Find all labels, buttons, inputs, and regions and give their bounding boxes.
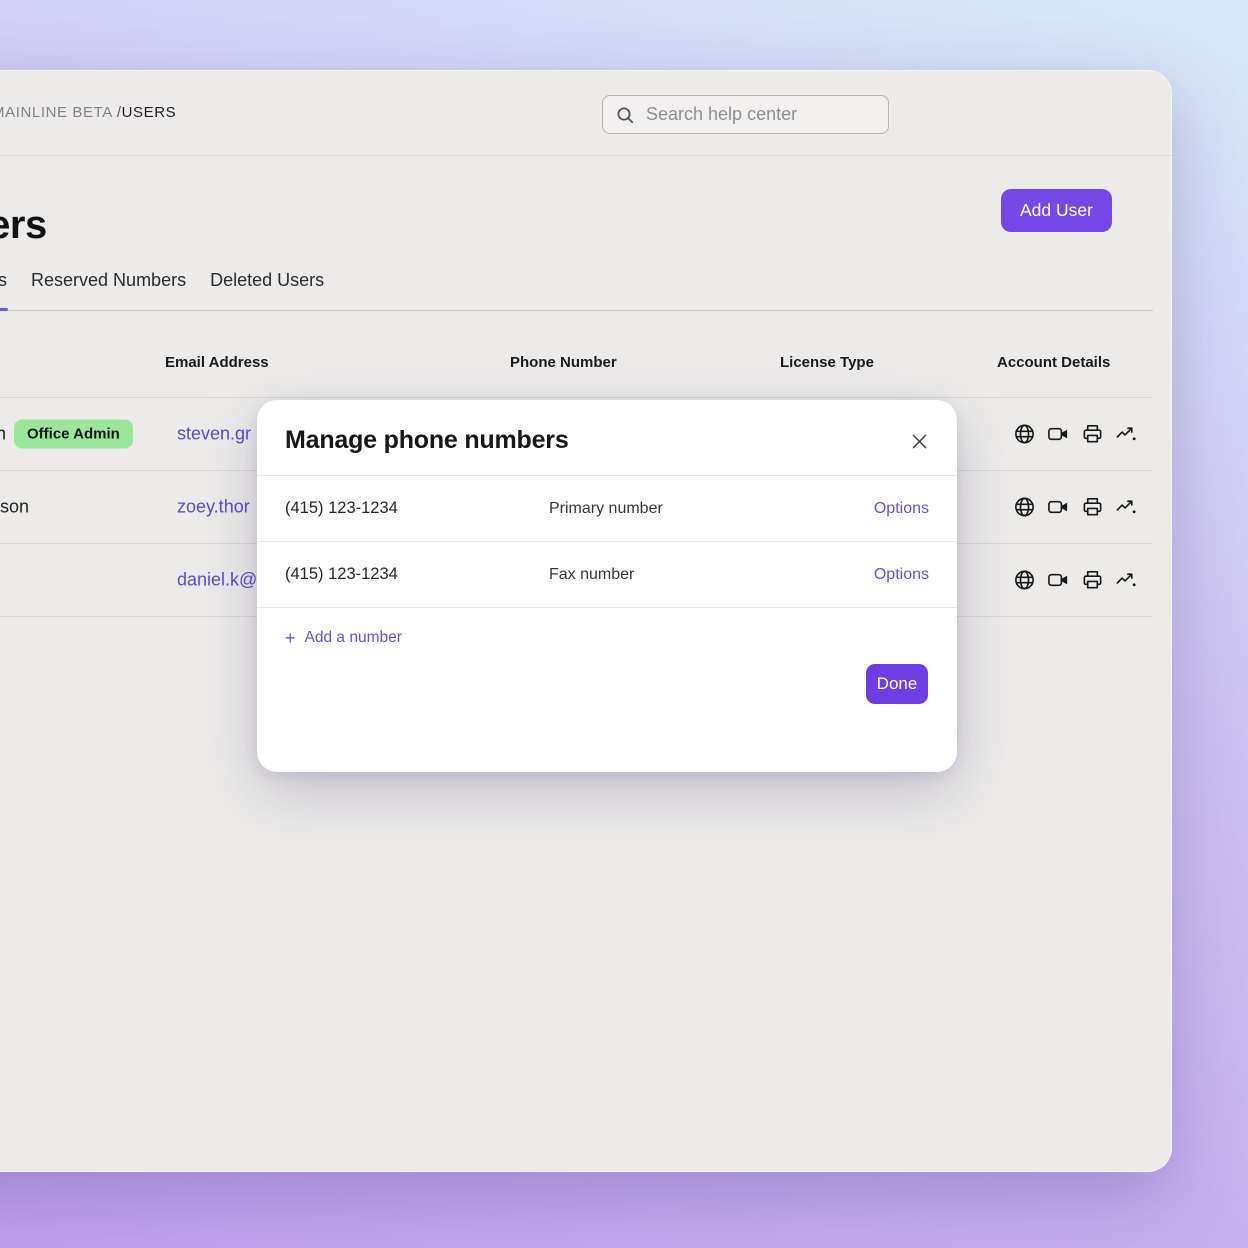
top-bar: MAINLINE BETA /USERS <box>0 70 1172 156</box>
tab-reserved-numbers[interactable]: Reserved Numbers <box>31 270 186 291</box>
account-details-actions <box>1013 569 1138 592</box>
email-link[interactable]: zoey.thor <box>177 497 250 518</box>
options-link[interactable]: Options <box>874 566 929 584</box>
column-header-email: Email Address <box>165 354 269 371</box>
column-header-license: License Type <box>780 354 874 371</box>
column-header-account: Account Details <box>997 354 1110 371</box>
add-user-button[interactable]: Add User <box>1001 189 1112 232</box>
phone-number-type: Fax number <box>549 566 874 584</box>
search-input[interactable] <box>644 103 876 126</box>
video-camera-icon[interactable] <box>1047 569 1070 592</box>
phone-number-row: (415) 123-1234 Fax number Options <box>257 542 957 608</box>
active-tab-underline <box>0 308 8 311</box>
globe-icon[interactable] <box>1013 423 1036 446</box>
add-number-link[interactable]: + Add a number <box>257 608 430 647</box>
breadcrumb-separator: / <box>112 104 122 121</box>
manage-phone-numbers-dialog: Manage phone numbers (415) 123-1234 Prim… <box>257 400 957 772</box>
video-camera-icon[interactable] <box>1047 423 1070 446</box>
email-link[interactable]: daniel.k@ <box>177 570 257 591</box>
phone-number-row: (415) 123-1234 Primary number Options <box>257 476 957 542</box>
done-button[interactable]: Done <box>866 664 928 704</box>
add-number-label: Add a number <box>305 629 402 647</box>
user-name-fragment: son <box>0 497 29 518</box>
trending-up-icon[interactable] <box>1115 569 1138 592</box>
search-icon <box>615 105 635 125</box>
role-badge: Office Admin <box>14 420 133 449</box>
account-details-actions <box>1013 423 1138 446</box>
globe-icon[interactable] <box>1013 496 1036 519</box>
options-link[interactable]: Options <box>874 500 929 518</box>
page-title: Users <box>0 203 47 248</box>
tab-deleted-users[interactable]: Deleted Users <box>210 270 324 291</box>
breadcrumb-page[interactable]: USERS <box>122 104 177 121</box>
modal-footer: Done <box>257 647 957 704</box>
tab-bar-divider <box>0 310 1153 311</box>
tab-users[interactable]: Users <box>0 270 7 291</box>
modal-title: Manage phone numbers <box>285 426 569 455</box>
video-camera-icon[interactable] <box>1047 496 1070 519</box>
phone-number-type: Primary number <box>549 500 874 518</box>
phone-number: (415) 123-1234 <box>285 499 549 518</box>
user-name-fragment: n <box>0 424 6 445</box>
breadcrumb-app[interactable]: MAINLINE BETA <box>0 104 112 121</box>
breadcrumb: MAINLINE BETA /USERS <box>0 104 176 121</box>
trending-up-icon[interactable] <box>1115 496 1138 519</box>
printer-icon[interactable] <box>1081 569 1104 592</box>
help-search[interactable] <box>602 95 889 134</box>
email-link[interactable]: steven.gr <box>177 424 251 445</box>
column-header-phone: Phone Number <box>510 354 617 371</box>
modal-header: Manage phone numbers <box>257 400 957 475</box>
printer-icon[interactable] <box>1081 496 1104 519</box>
globe-icon[interactable] <box>1013 569 1036 592</box>
close-icon[interactable] <box>906 428 933 455</box>
plus-icon: + <box>285 631 296 646</box>
printer-icon[interactable] <box>1081 423 1104 446</box>
tab-bar: Users Reserved Numbers Deleted Users <box>0 270 324 291</box>
account-details-actions <box>1013 496 1138 519</box>
phone-number: (415) 123-1234 <box>285 565 549 584</box>
trending-up-icon[interactable] <box>1115 423 1138 446</box>
